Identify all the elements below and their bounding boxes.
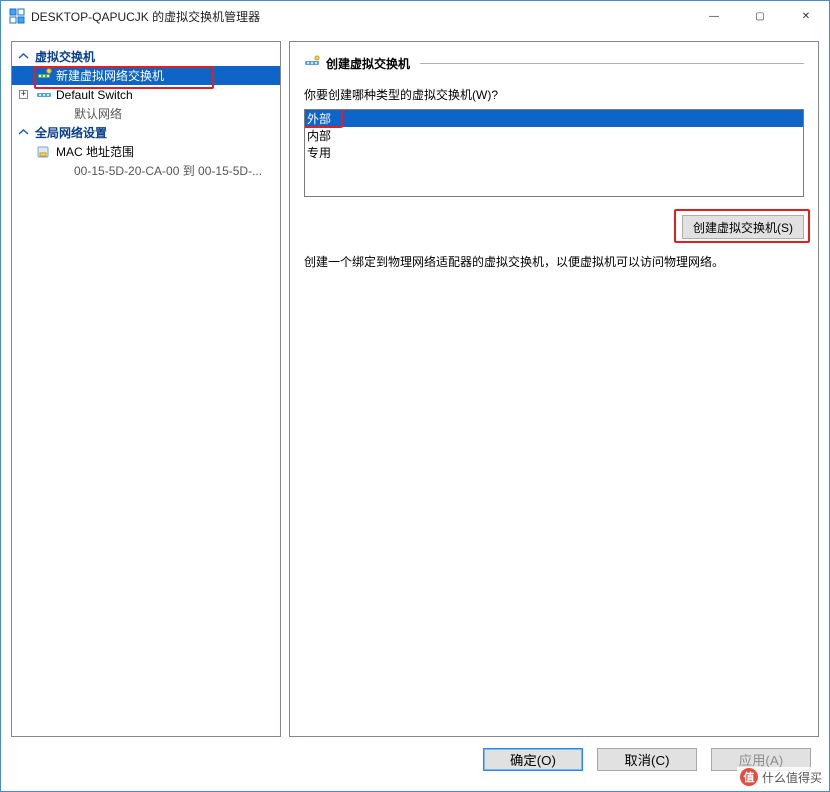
watermark-text: 什么值得买 <box>762 769 822 786</box>
cancel-button[interactable]: 取消(C) <box>597 748 697 771</box>
tree-item-label: MAC 地址范围 <box>56 143 134 160</box>
tree-item-default-switch[interactable]: + Default Switch <box>12 85 280 104</box>
tree-item-label: Default Switch <box>56 88 133 102</box>
switch-icon <box>36 87 52 103</box>
switch-type-option-internal[interactable]: 内部 <box>305 127 803 144</box>
tree-item-subtitle: 00-15-5D-20-CA-00 到 00-15-5D-... <box>12 161 280 179</box>
type-description: 创建一个绑定到物理网络适配器的虚拟交换机，以便虚拟机可以访问物理网络。 <box>304 253 804 271</box>
nic-icon <box>36 144 52 160</box>
right-detail-panel: 创建虚拟交换机 你要创建哪种类型的虚拟交换机(W)? 外部 内部 专用 创建虚拟… <box>289 41 819 737</box>
detail-header-title: 创建虚拟交换机 <box>326 55 410 72</box>
plus-expander-icon[interactable]: + <box>19 90 28 99</box>
switch-icon <box>36 68 52 84</box>
tree-section-label: 虚拟交换机 <box>35 48 95 65</box>
titlebar: DESKTOP-QAPUCJK 的虚拟交换机管理器 — ▢ ✕ <box>1 1 829 31</box>
tree-section-global-settings[interactable]: 全局网络设置 <box>12 122 280 142</box>
tree: 虚拟交换机 新建虚拟网络交换机 <box>12 42 280 179</box>
switch-type-list[interactable]: 外部 内部 专用 <box>304 109 804 197</box>
dialog-buttons: 确定(O) 取消(C) 应用(A) <box>11 737 819 781</box>
maximize-button[interactable]: ▢ <box>737 1 783 31</box>
client-area: 虚拟交换机 新建虚拟网络交换机 <box>1 31 829 791</box>
left-tree-panel: 虚拟交换机 新建虚拟网络交换机 <box>11 41 281 737</box>
tree-item-new-virtual-switch[interactable]: 新建虚拟网络交换机 <box>12 66 280 85</box>
tree-section-virtual-switches[interactable]: 虚拟交换机 <box>12 46 280 66</box>
create-virtual-switch-button[interactable]: 创建虚拟交换机(S) <box>682 215 804 239</box>
app-icon <box>9 8 25 24</box>
tree-item-label: 新建虚拟网络交换机 <box>56 67 164 84</box>
window-title: DESKTOP-QAPUCJK 的虚拟交换机管理器 <box>31 8 691 25</box>
panels: 虚拟交换机 新建虚拟网络交换机 <box>11 41 819 737</box>
type-prompt: 你要创建哪种类型的虚拟交换机(W)? <box>304 86 804 103</box>
ok-button[interactable]: 确定(O) <box>483 748 583 771</box>
divider <box>420 63 804 64</box>
close-button[interactable]: ✕ <box>783 1 829 31</box>
watermark: 值 什么值得买 <box>737 767 825 787</box>
tree-section-label: 全局网络设置 <box>35 124 107 141</box>
tree-item-subtitle: 默认网络 <box>12 104 280 122</box>
create-button-row: 创建虚拟交换机(S) <box>304 215 804 239</box>
chevron-up-icon <box>18 127 29 138</box>
watermark-icon: 值 <box>740 768 758 786</box>
window-controls: — ▢ ✕ <box>691 1 829 31</box>
window-root: DESKTOP-QAPUCJK 的虚拟交换机管理器 — ▢ ✕ 虚拟交换机 <box>0 0 830 792</box>
detail-header: 创建虚拟交换机 <box>304 54 804 72</box>
chevron-up-icon <box>18 51 29 62</box>
tree-item-mac-range[interactable]: MAC 地址范围 <box>12 142 280 161</box>
switch-type-option-external[interactable]: 外部 <box>305 110 803 127</box>
switch-type-option-private[interactable]: 专用 <box>305 144 803 161</box>
minimize-button[interactable]: — <box>691 1 737 31</box>
switch-icon <box>304 55 320 71</box>
